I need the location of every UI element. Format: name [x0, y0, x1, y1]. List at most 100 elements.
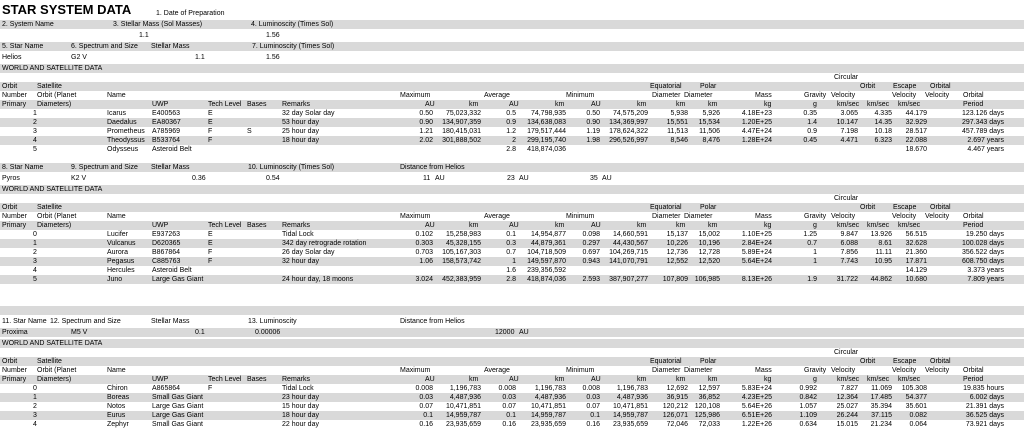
table-cell: 1	[512, 258, 516, 265]
col-header: Equatorial	[650, 204, 682, 211]
col-header: Bases	[247, 222, 267, 229]
col-header: Bases	[247, 101, 267, 108]
col-header: Period	[963, 376, 984, 383]
col-header: Number	[2, 213, 27, 220]
col-header: Orbit	[860, 204, 876, 211]
col-header: km	[469, 222, 479, 229]
star-spectrum: G2 V	[71, 54, 87, 61]
col-header: Orbital	[963, 213, 984, 220]
table-cell: 0.45	[803, 137, 817, 144]
table-cell: E	[208, 110, 213, 117]
table-row: 3 Pegasus C885763 F 32 hour day 1.06 158,573,7…	[0, 257, 1024, 266]
table-cell: 0.03	[502, 394, 516, 401]
star-name-label: 5. Star Name	[2, 43, 44, 50]
col-header: Bases	[247, 376, 267, 383]
table-cell: 120,212	[662, 403, 688, 410]
star-mass: 1.1	[195, 54, 205, 61]
world-data-title-row: WORLD AND SATELLITE DATA	[0, 64, 1024, 73]
col-header: AU	[425, 101, 435, 108]
table-cell: 0.7	[807, 240, 817, 247]
col-header: Equatorial	[650, 358, 682, 365]
table-cell: 23,935,659	[445, 421, 481, 428]
table-cell: 1.109	[799, 412, 817, 419]
table-cell: 12,728	[698, 249, 720, 256]
table-cell: 36,915	[666, 394, 688, 401]
table-cell: 17.485	[870, 394, 892, 401]
col-header: Diameter	[684, 367, 713, 374]
table-cell: 0.07	[502, 403, 516, 410]
col-header-row-2: Orbit Satellite Equatorial Polar Orbit Escape…	[0, 82, 1024, 91]
table-row: 1 Boreas Small Gas Giant 23 hour day 0.03 4,4…	[0, 393, 1024, 402]
table-cell: 1.2	[506, 128, 516, 135]
col-header: kg	[764, 376, 772, 383]
table-cell: 21.234	[870, 421, 892, 428]
table-cell: 2	[33, 403, 37, 410]
star2-luminosity: 0.54	[266, 175, 280, 182]
table-cell: 14.35	[874, 119, 892, 126]
table-cell: 0.9	[506, 119, 516, 126]
table-cell: Tidal Lock	[282, 385, 314, 392]
table-cell: 1.10E+25	[741, 231, 772, 238]
table-row: 0 Chiron A865864 F Tidal Lock 0.008 1,196,783 0…	[0, 384, 1024, 393]
table-cell: 14,959,787	[530, 412, 566, 419]
table-cell: 1,196,783	[534, 385, 566, 392]
table-cell: 0.7	[506, 249, 516, 256]
col-header: Primary	[2, 101, 27, 108]
star3-luminosity-label: 13. Luminoscity	[248, 318, 297, 325]
table-cell: 1.057	[799, 403, 817, 410]
table-cell: 1	[813, 249, 817, 256]
table-cell: 4,487,936	[449, 394, 481, 401]
star-luminosity: 1.56	[266, 54, 280, 61]
col-header: km	[708, 101, 718, 108]
col-header: Average	[484, 367, 510, 374]
table-cell: 0.992	[799, 385, 817, 392]
luminosity-label: 4. Luminoscity (Times Sol)	[251, 21, 334, 28]
table-cell: 36,852	[698, 394, 720, 401]
table-cell: F	[208, 128, 213, 135]
table-cell: F	[208, 258, 213, 265]
col-header-row-4: Primary Diameters) UWP Tech Level Bases Remar…	[0, 375, 1024, 384]
table-cell: 0.697	[582, 249, 600, 256]
table-cell: 107,809	[662, 276, 688, 283]
col-header: Minimum	[566, 92, 595, 99]
col-header: Orbit	[2, 358, 18, 365]
table-cell: 7.198	[840, 128, 858, 135]
col-header: km/sec	[837, 101, 860, 108]
col-header: km	[555, 101, 565, 108]
col-header-row-1: Circular	[0, 194, 1024, 203]
table-cell: 18.670	[905, 146, 927, 153]
table-cell: 296,526,997	[609, 137, 648, 144]
table-cell: 3.373 years	[967, 267, 1004, 274]
star3-mass: 0.1	[195, 329, 205, 336]
col-header-row-4: Primary Diameters) UWP Tech Level Bases Remar…	[0, 221, 1024, 230]
col-header: km	[555, 222, 565, 229]
table-cell: 14,660,591	[612, 231, 648, 238]
table-cell: 10.18	[874, 128, 892, 135]
col-header: Name	[107, 213, 126, 220]
table-cell: 8,476	[702, 137, 720, 144]
table-cell: 134,907,359	[442, 119, 481, 126]
col-header: Tech Level	[208, 376, 242, 383]
table-cell: 15.015	[836, 421, 858, 428]
table-cell: 5	[33, 146, 37, 153]
table-cell: 0.3	[506, 240, 516, 247]
table-cell: 104,718,509	[527, 249, 566, 256]
star2-distance-1: 11	[423, 175, 431, 182]
table-cell: 10,471,851	[612, 403, 648, 410]
table-cell: 21.391 days	[965, 403, 1004, 410]
table-cell: 0.303	[415, 240, 433, 247]
col-header: km	[637, 101, 647, 108]
table-row: 4 Zephyr Small Gas Giant 22 hour day 0.16 23,…	[0, 420, 1024, 429]
table-cell: 1.6	[506, 267, 516, 274]
col-header: g	[813, 101, 817, 108]
col-header-row-4: Primary Diameters) UWP Tech Level Bases Remar…	[0, 100, 1024, 109]
col-header: km	[555, 376, 565, 383]
table-cell: 31.722	[836, 276, 858, 283]
col-header: Orbit (Planet	[37, 92, 77, 99]
table-cell: 10,226	[666, 240, 688, 247]
col-header: Average	[484, 92, 510, 99]
col-header: Velocity	[831, 367, 856, 374]
star2-distance-3-unit: AU	[602, 175, 612, 182]
table-cell: 0.5	[506, 110, 516, 117]
table-cell: 25.027	[836, 403, 858, 410]
